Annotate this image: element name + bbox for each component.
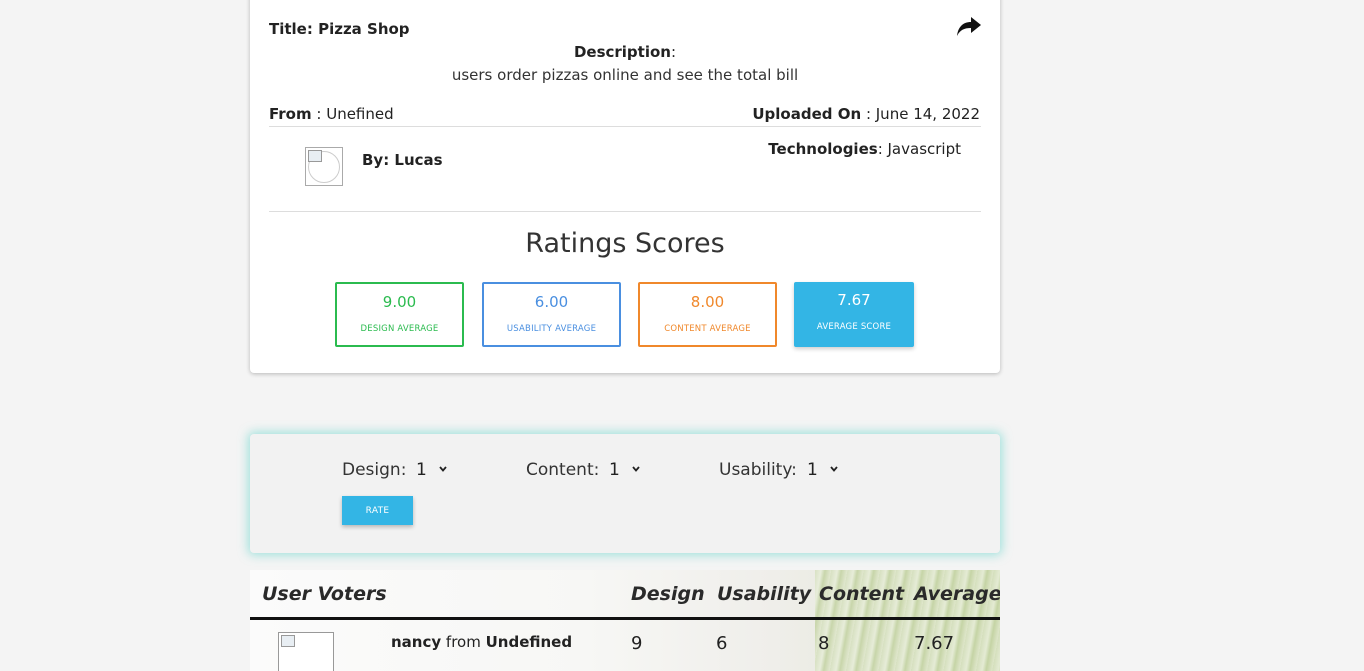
broken-image-icon [308,150,322,162]
design-average-value: 9.00 [382,293,417,311]
chevron-down-icon[interactable] [439,465,447,473]
voter-name: nancy from Undefined [391,633,573,651]
design-select-label: Design: [342,460,407,480]
rate-form: Design: 1 Content: 1 Usability: 1 RATE [250,434,1000,553]
header-user-voters: User Voters [262,583,387,605]
usability-average-label: USABILITY AVERAGE [506,324,597,334]
content-average-value: 8.00 [690,293,725,311]
author-name: By: Lucas [362,151,443,169]
usability-select[interactable]: 1 [807,460,818,480]
chevron-down-icon[interactable] [632,465,640,473]
usability-select-label: Usability: [719,460,797,480]
usability-average-value: 6.00 [534,293,569,311]
header-average: Average [914,583,1000,605]
table-header-divider [250,617,1000,620]
project-title: Title: Pizza Shop [269,20,410,38]
voters-table: User Voters Design Usability Content Ave… [250,570,1000,671]
average-score-box: 7.67 AVERAGE SCORE [794,282,914,347]
content-select-label: Content: [526,460,600,480]
content-average-label: CONTENT AVERAGE [664,324,751,334]
rate-button[interactable]: RATE [342,496,413,525]
usability-average-box: 6.00 USABILITY AVERAGE [482,282,621,347]
header-content: Content [819,583,905,605]
header-design: Design [631,583,705,605]
voter-design-score: 9 [631,633,643,654]
chevron-down-icon[interactable] [830,465,838,473]
author-avatar [305,147,343,186]
average-score-value: 7.67 [837,291,871,309]
technologies-field: Technologies: Javascript [768,140,961,158]
divider [269,126,981,127]
average-score-label: AVERAGE SCORE [816,322,892,332]
voter-avatar [278,632,334,671]
project-card: Title: Pizza Shop Description: users ord… [250,0,1000,373]
content-average-box: 8.00 CONTENT AVERAGE [638,282,777,347]
share-icon[interactable] [956,16,982,38]
divider [269,211,981,212]
voter-average-score: 7.67 [914,633,955,654]
design-average-label: DESIGN AVERAGE [360,324,439,334]
ratings-title: Ratings Scores [525,228,725,259]
from-field: From : Unefined [269,105,394,123]
description-text: users order pizzas online and see the to… [451,66,799,84]
voter-usability-score: 6 [716,633,728,654]
description-label: Description: [573,43,677,61]
design-average-box: 9.00 DESIGN AVERAGE [335,282,464,347]
header-usability: Usability [717,583,812,605]
voter-content-score: 8 [818,633,830,654]
uploaded-date: Uploaded On : June 14, 2022 [752,105,980,123]
broken-image-icon [281,635,295,647]
content-select[interactable]: 1 [609,460,620,480]
design-select[interactable]: 1 [416,460,427,480]
